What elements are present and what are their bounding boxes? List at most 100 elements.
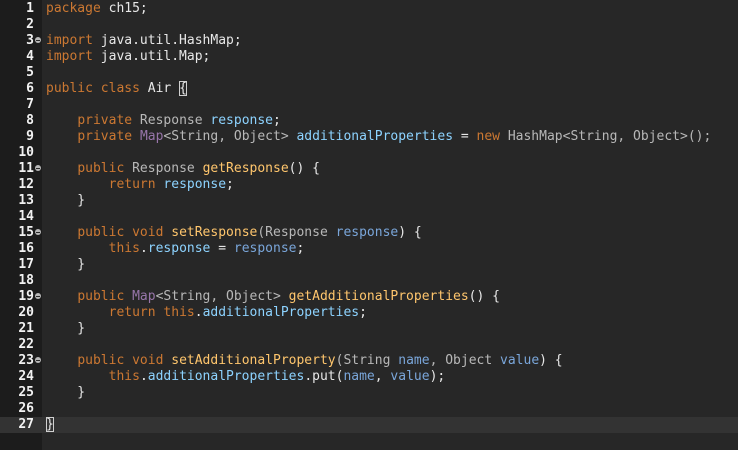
line-number: 20 <box>18 305 34 320</box>
code-line[interactable]: 1 package ch15; <box>0 1 738 17</box>
line-number: 6 <box>26 81 34 96</box>
code-line[interactable]: 11 public Response getResponse() { <box>0 161 738 177</box>
code-token: .put( <box>304 369 344 384</box>
line-number: 27 <box>18 417 34 432</box>
code-text: public class Air { <box>46 81 187 97</box>
code-line[interactable]: 3 import java.util.HashMap; <box>0 33 738 49</box>
code-text: public Response getResponse() { <box>46 161 320 177</box>
code-token: . <box>139 241 148 256</box>
code-line[interactable]: 7 <box>0 97 738 113</box>
code-line[interactable]: 8 private Response response; <box>0 113 738 129</box>
code-line[interactable]: 25 } <box>0 385 738 401</box>
code-token: = <box>210 241 234 256</box>
code-token: Response <box>124 161 203 176</box>
fold-collapse-icon[interactable] <box>35 357 41 363</box>
line-number: 5 <box>26 65 34 80</box>
line-number: 3 <box>26 33 34 48</box>
line-number: 11 <box>18 161 34 176</box>
line-number: 12 <box>18 177 34 192</box>
code-line[interactable]: 10 <box>0 145 738 161</box>
code-token: . <box>139 369 148 384</box>
code-token: = <box>453 129 477 144</box>
code-line[interactable]: 22 <box>0 337 738 353</box>
code-line[interactable]: 20 return this.additionalProperties; <box>0 305 738 321</box>
code-token: this <box>108 369 140 384</box>
code-token: public <box>46 81 93 96</box>
code-text: public Map<String, Object> getAdditional… <box>46 289 500 305</box>
line-number: 2 <box>26 17 34 32</box>
code-token: response <box>233 241 297 256</box>
line-number: 23 <box>18 353 34 368</box>
code-token: getResponse <box>202 161 289 176</box>
code-line[interactable]: 18 <box>0 273 738 289</box>
line-number: 21 <box>18 321 34 336</box>
line-number: 15 <box>18 225 34 240</box>
code-lines[interactable]: 1 package ch15; 2 3 import java.util.HashMap… <box>0 1 738 433</box>
code-token: ; <box>296 241 305 256</box>
code-line[interactable]: 9 private Map<String, Object> additional… <box>0 129 738 145</box>
code-token: Air <box>139 81 180 96</box>
line-number: 26 <box>18 401 34 416</box>
code-token: <String, Object> <box>155 289 289 304</box>
code-line[interactable]: 15 public void setResponse(Response resp… <box>0 225 738 241</box>
code-text: package ch15; <box>46 1 148 17</box>
code-token: additionalProperties <box>202 305 360 320</box>
code-token: , Object <box>429 353 501 368</box>
code-line[interactable]: 13 } <box>0 193 738 209</box>
code-token: additionalProperties <box>147 369 305 384</box>
code-line[interactable]: 17 } <box>0 257 738 273</box>
code-editor[interactable]: 1 package ch15; 2 3 import java.util.HashMap… <box>0 0 738 450</box>
code-text: return response; <box>46 177 234 193</box>
code-text: private Map<String, Object> additionalPr… <box>46 129 711 145</box>
code-line[interactable]: 4 import java.util.Map; <box>0 49 738 65</box>
code-line[interactable]: 14 <box>0 209 738 225</box>
code-line[interactable]: 26 <box>0 401 738 417</box>
line-number: 13 <box>18 193 34 208</box>
code-line[interactable]: 23 public void setAdditionalProperty(Str… <box>0 353 738 369</box>
code-token: java.util.HashMap; <box>92 33 242 48</box>
code-text: this.additionalProperties.put(name, valu… <box>46 369 446 385</box>
code-token: java.util.Map; <box>92 49 211 64</box>
fold-collapse-icon[interactable] <box>35 165 41 171</box>
matched-brace: } <box>46 417 54 432</box>
fold-collapse-icon[interactable] <box>35 229 41 235</box>
code-token: public <box>77 353 125 368</box>
code-line[interactable]: 12 return response; <box>0 177 738 193</box>
line-number: 4 <box>26 49 34 64</box>
code-token: ; <box>226 177 234 192</box>
code-line[interactable]: 2 <box>0 17 738 33</box>
code-text: } <box>46 321 85 337</box>
line-number: 7 <box>26 97 34 112</box>
code-line[interactable]: 6 public class Air { <box>0 81 738 97</box>
code-token: () { <box>468 289 500 304</box>
code-token: Response <box>132 113 211 128</box>
code-token: return <box>108 177 156 192</box>
code-line[interactable]: 19 public Map<String, Object> getAdditio… <box>0 289 738 305</box>
code-token: public <box>77 225 125 240</box>
code-token: response <box>163 177 227 192</box>
code-line[interactable]: 21 } <box>0 321 738 337</box>
code-line[interactable]: 27} <box>0 417 738 433</box>
code-text: } <box>46 417 54 433</box>
code-token: } <box>46 257 86 272</box>
line-number: 14 <box>18 209 34 224</box>
code-text: import java.util.HashMap; <box>46 33 242 49</box>
fold-collapse-icon[interactable] <box>35 37 41 43</box>
line-number: 8 <box>26 113 34 128</box>
code-line[interactable]: 16 this.response = response; <box>0 241 738 257</box>
code-line[interactable]: 24 this.additionalProperties.put(name, v… <box>0 369 738 385</box>
fold-collapse-icon[interactable] <box>35 293 41 299</box>
code-line[interactable]: 5 <box>0 65 738 81</box>
code-token: response <box>147 241 211 256</box>
